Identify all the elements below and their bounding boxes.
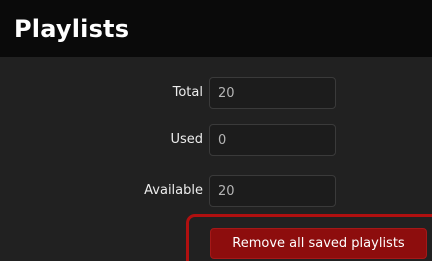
available-row: Available — [0, 175, 432, 209]
total-label: Total — [172, 85, 203, 100]
available-label: Available — [144, 183, 203, 198]
panel-header: Playlists — [0, 0, 432, 57]
page-title: Playlists — [14, 15, 130, 43]
playlists-panel: Playlists Total Used Available Remove al… — [0, 0, 432, 261]
total-row: Total — [0, 77, 432, 111]
available-field[interactable] — [209, 175, 336, 207]
used-field[interactable] — [209, 124, 336, 156]
used-label: Used — [170, 132, 203, 147]
total-field[interactable] — [209, 77, 336, 109]
used-row: Used — [0, 124, 432, 158]
remove-all-playlists-button[interactable]: Remove all saved playlists — [210, 228, 427, 259]
